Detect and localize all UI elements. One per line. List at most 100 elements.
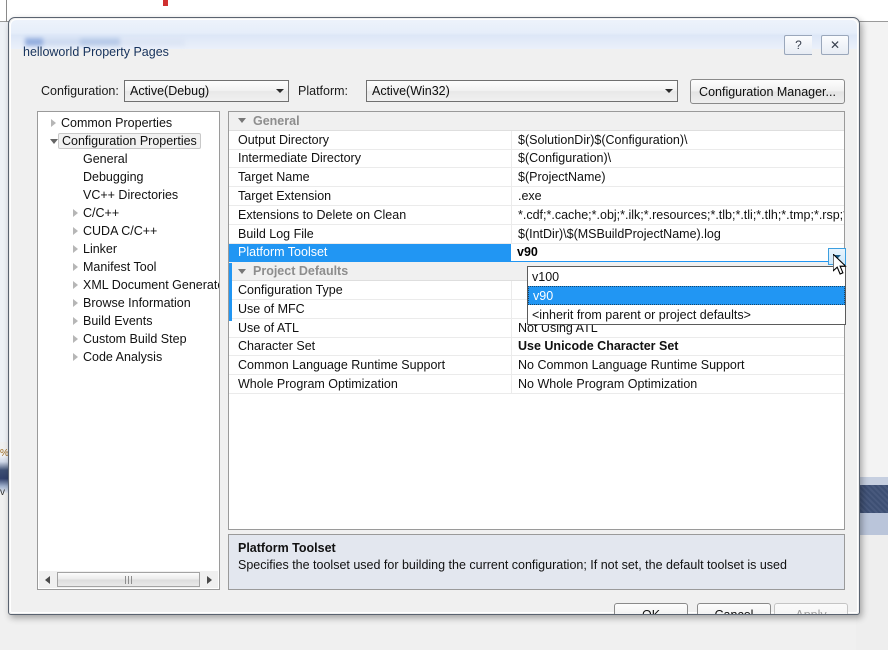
scrollbar-thumb[interactable] <box>57 572 200 587</box>
property-value[interactable]: $(IntDir)\$(MSBuildProjectName).log <box>511 224 844 243</box>
chevron-down-icon[interactable] <box>238 268 246 274</box>
property-row-target-name[interactable]: Target Name $(ProjectName) <box>229 168 844 188</box>
tree-item-custom-build-step[interactable]: Custom Build Step <box>38 330 219 348</box>
property-value[interactable]: .exe <box>511 187 844 205</box>
dropdown-item-label: v90 <box>533 288 554 303</box>
close-icon[interactable]: ✕ <box>821 35 849 55</box>
property-grid[interactable]: General Output Directory $(SolutionDir)$(C… <box>229 112 844 394</box>
property-row-platform-toolset[interactable]: Platform Toolset v90 <box>229 243 844 263</box>
platform-combobox[interactable]: Active(Win32) <box>366 80 678 102</box>
tree-item-cuda-c-c[interactable]: CUDA C/C++ <box>38 222 219 240</box>
tree-item-label: XML Document Generator <box>83 278 219 292</box>
chevron-right-icon[interactable] <box>68 353 83 361</box>
property-name: Use of ATL <box>238 320 299 335</box>
property-value[interactable]: $(Configuration)\ <box>511 149 844 168</box>
property-row-intermediate-directory[interactable]: Intermediate Directory $(Configuration)\ <box>229 149 844 169</box>
property-tree[interactable]: Common Properties Configuration Propertie… <box>38 114 219 569</box>
chevron-down-icon[interactable] <box>660 81 677 101</box>
tree-item-code-analysis[interactable]: Code Analysis <box>38 348 219 366</box>
tree-item-browse-information[interactable]: Browse Information <box>38 294 219 312</box>
property-value[interactable]: $(SolutionDir)$(Configuration)\ <box>511 130 844 149</box>
property-name: Target Extension <box>238 189 332 204</box>
scroll-left-icon[interactable] <box>39 571 56 588</box>
property-row-extensions-to-delete-on-clean[interactable]: Extensions to Delete on Clean *.cdf;*.cac… <box>229 205 844 225</box>
property-value[interactable]: $(ProjectName) <box>511 168 844 187</box>
dropdown-item-inherit-from-parent-or-project-defaults[interactable]: <inherit from parent or project defaults… <box>528 305 845 324</box>
chevron-right-icon[interactable] <box>68 263 83 271</box>
property-row-target-extension[interactable]: Target Extension .exe <box>229 187 844 206</box>
apply-button-label: Apply <box>795 608 827 615</box>
chevron-right-icon[interactable] <box>68 317 83 325</box>
property-section-general[interactable]: General <box>229 112 844 131</box>
chevron-right-icon[interactable] <box>68 335 83 343</box>
property-name: Use of MFC <box>238 301 305 316</box>
property-row-output-directory[interactable]: Output Directory $(SolutionDir)$(Configur… <box>229 130 844 150</box>
property-value[interactable]: No Whole Program Optimization <box>511 375 844 393</box>
configuration-manager-label: Configuration Manager... <box>699 84 836 99</box>
tree-item-xml-document-generator[interactable]: XML Document Generator <box>38 276 219 294</box>
property-row-character-set[interactable]: Character Set Use Unicode Character Set <box>229 337 844 357</box>
scroll-right-icon[interactable] <box>201 571 218 588</box>
tree-item-label: Custom Build Step <box>83 332 187 346</box>
dialog-titlebar[interactable]: helloworld Property Pages ? ✕ <box>10 19 858 59</box>
configuration-manager-button[interactable]: Configuration Manager... <box>690 79 845 104</box>
tree-item-build-events[interactable]: Build Events <box>38 312 219 330</box>
tree-item-linker[interactable]: Linker <box>38 240 219 258</box>
description-title: Platform Toolset <box>238 541 336 555</box>
chevron-right-icon[interactable] <box>68 299 83 307</box>
background-right-band-lower <box>856 513 888 535</box>
tree-item-label: C/C++ <box>83 206 120 220</box>
property-row-common-language-runtime-support[interactable]: Common Language Runtime Support No Common… <box>229 356 844 376</box>
property-section-text: General <box>253 113 300 128</box>
tree-item-manifest-tool[interactable]: Manifest Tool <box>38 258 219 276</box>
property-row-whole-program-optimization[interactable]: Whole Program Optimization No Whole Progr… <box>229 375 844 394</box>
property-value[interactable]: Use Unicode Character Set <box>511 337 844 356</box>
dropdown-item-v100[interactable]: v100 <box>528 267 845 286</box>
tree-item-label: Common Properties <box>61 116 173 130</box>
tree-item-label: Browse Information <box>83 296 191 310</box>
chevron-down-icon[interactable] <box>238 118 246 124</box>
cancel-button[interactable]: Cancel <box>697 603 771 615</box>
property-value[interactable]: *.cdf;*.cache;*.obj;*.ilk;*.resources;*.… <box>511 205 844 224</box>
tree-horizontal-scrollbar[interactable] <box>39 571 218 588</box>
tree-item-c-c[interactable]: C/C++ <box>38 204 219 222</box>
close-glyph: ✕ <box>829 38 841 52</box>
configuration-combobox[interactable]: Active(Debug) <box>124 80 289 102</box>
chevron-right-icon[interactable] <box>68 245 83 253</box>
description-pane: Platform Toolset Specifies the toolset u… <box>228 534 845 590</box>
tree-item-label: Linker <box>83 242 118 256</box>
tree-item-configuration-properties[interactable]: Configuration Properties <box>38 132 219 150</box>
chevron-down-icon <box>833 254 841 259</box>
tree-item-label: Code Analysis <box>83 350 163 364</box>
help-icon[interactable]: ? <box>784 35 812 55</box>
chevron-down-icon[interactable] <box>271 81 288 101</box>
tree-item-general[interactable]: General <box>38 150 219 168</box>
grip-icon <box>125 575 132 584</box>
property-section-text: Project Defaults <box>253 264 349 279</box>
chevron-right-icon[interactable] <box>68 227 83 235</box>
tree-item-label: General <box>83 152 128 166</box>
property-name: Whole Program Optimization <box>238 377 398 392</box>
property-row-build-log-file[interactable]: Build Log File $(IntDir)\$(MSBuildProject… <box>229 224 844 244</box>
property-name: Platform Toolset <box>238 245 328 260</box>
chevron-right-icon[interactable] <box>68 281 83 289</box>
dropdown-item-label: v100 <box>532 269 560 284</box>
background-right-band <box>856 485 888 513</box>
apply-button: Apply <box>774 603 848 615</box>
tree-item-vc-directories[interactable]: VC++ Directories <box>38 186 219 204</box>
configuration-combobox-value: Active(Debug) <box>130 84 210 98</box>
platform-toolset-dropdown-list[interactable]: v100 v90 <inherit from parent or project d… <box>527 266 846 325</box>
chevron-right-icon[interactable] <box>68 209 83 217</box>
cancel-button-label: Cancel <box>714 608 754 615</box>
tree-item-debugging[interactable]: Debugging <box>38 168 219 186</box>
property-tree-panel: Common Properties Configuration Propertie… <box>37 111 220 590</box>
platform-toolset-dropdown-button[interactable] <box>828 248 846 265</box>
tree-item-label: VC++ Directories <box>83 188 179 202</box>
ok-button[interactable]: OK <box>614 603 688 614</box>
property-value[interactable]: v90 <box>511 243 844 262</box>
background-right-filler <box>856 535 888 650</box>
tree-item-common-properties[interactable]: Common Properties <box>38 114 219 132</box>
chevron-right-icon[interactable] <box>46 119 61 127</box>
property-value[interactable]: No Common Language Runtime Support <box>511 356 844 375</box>
dropdown-item-v90[interactable]: v90 <box>528 286 845 305</box>
